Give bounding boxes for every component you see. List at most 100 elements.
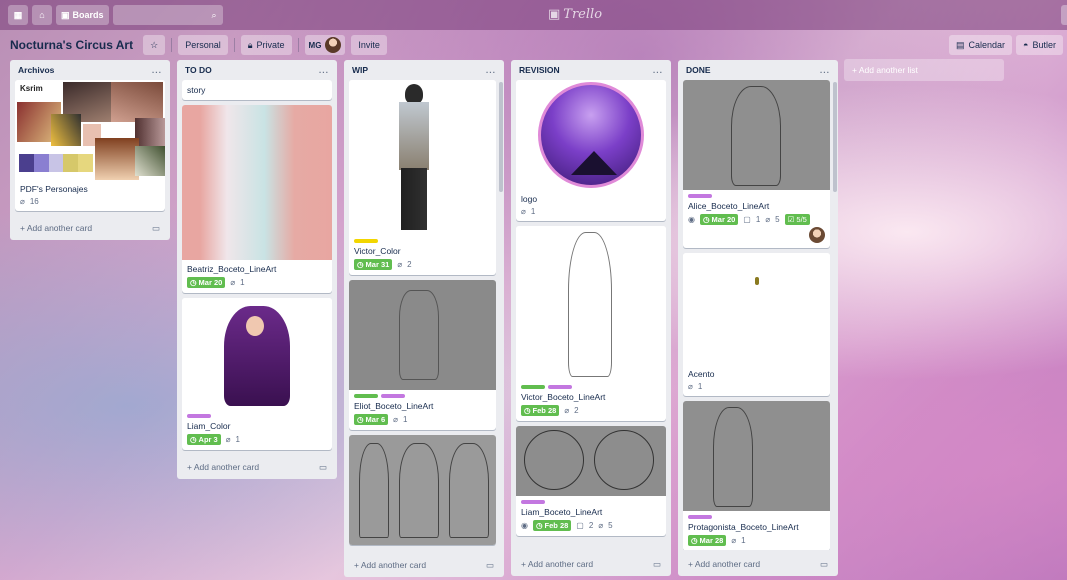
list-title[interactable]: REVISION	[519, 65, 560, 75]
add-card-button[interactable]: + Add another card ▭	[10, 216, 170, 240]
home-button[interactable]: ⌂	[32, 5, 52, 25]
card-logo[interactable]: logo ⌀ 1	[516, 80, 666, 221]
label-green	[521, 385, 545, 389]
add-list-button[interactable]: + Add another list	[844, 59, 1004, 81]
list-header[interactable]: REVISION ...	[511, 60, 671, 80]
due-date-badge[interactable]: ◷ Mar 20	[187, 277, 226, 288]
due-date-badge[interactable]: ◷ Mar 20	[699, 214, 739, 225]
list-done: DONE ... Alice_Boceto_LineArt ◉ ◷ Mar 20 …	[678, 60, 838, 576]
card-cover-image	[683, 80, 830, 190]
card-template-icon[interactable]: ▭	[653, 559, 661, 570]
cover-text: Ksrim	[20, 84, 43, 93]
attachment-icon: ⌀	[521, 207, 526, 216]
list-revision: REVISION ... logo ⌀ 1 Victor_Boceto_Line…	[511, 60, 671, 576]
boards-button[interactable]: ▣ Boards	[56, 5, 109, 25]
card-title: Eliot_Boceto_LineArt	[354, 401, 434, 411]
add-card-button[interactable]: + Add another card ▭	[344, 553, 504, 577]
label-purple	[688, 515, 712, 519]
label-purple	[548, 385, 572, 389]
search-icon: ⌕	[211, 9, 217, 20]
list-title[interactable]: TO DO	[185, 65, 212, 75]
visibility-label: Private	[256, 40, 285, 50]
trello-logo-text: Trello	[563, 7, 603, 22]
trello-logo-icon: ▣	[548, 7, 561, 22]
attachment-icon: ⌀	[397, 260, 403, 269]
card-alice[interactable]: Alice_Boceto_LineArt ◉ ◷ Mar 20 ▢ 1 ⌀ 5 ☑…	[683, 80, 830, 248]
attachment-count: 1	[235, 435, 240, 444]
card-beatriz[interactable]: Beatriz_Boceto_LineArt ◷ Mar 20 ⌀ 1	[182, 105, 332, 293]
add-list-label: + Add another list	[852, 65, 918, 75]
card-cover-image	[683, 401, 830, 511]
card-cover-image	[182, 105, 332, 260]
due-date-badge[interactable]: ◷ Mar 6	[354, 414, 389, 425]
add-card-button[interactable]: + Add another card ▭	[177, 455, 337, 479]
label-purple	[187, 414, 211, 418]
divider	[297, 38, 299, 52]
comment-count: 1	[755, 215, 761, 224]
card-protagonista[interactable]: Protagonista_Boceto_LineArt ◷ Mar 28 ⌀ 1	[683, 401, 830, 550]
card-acento[interactable]: Acento ⌀ 1	[683, 253, 830, 396]
card-victor-color[interactable]: Victor_Color ◷ Mar 31 ⌀ 2	[349, 80, 496, 275]
card-cover-image	[516, 80, 666, 190]
list-header[interactable]: DONE ...	[678, 60, 838, 80]
card-template-icon[interactable]: ▭	[152, 223, 160, 234]
trello-logo[interactable]: ▣ Trello	[548, 7, 602, 22]
watch-icon: ◉	[688, 215, 695, 224]
list-title[interactable]: WIP	[352, 65, 368, 75]
card-victor-boceto[interactable]: Victor_Boceto_LineArt ◷ Feb 28 ⌀ 2	[516, 226, 666, 421]
scrollbar[interactable]	[499, 82, 503, 192]
due-date-badge[interactable]: ◷ Mar 31	[354, 259, 393, 270]
add-card-button[interactable]: + Add another card ▭	[678, 552, 838, 576]
list-menu-icon[interactable]: ...	[820, 65, 830, 75]
list-menu-icon[interactable]: ...	[653, 65, 663, 75]
card-sketch[interactable]	[349, 435, 496, 545]
list-header[interactable]: Archivos ...	[10, 60, 170, 80]
list-menu-icon[interactable]: ...	[319, 65, 329, 75]
butler-button[interactable]: ◓ Butler	[1016, 35, 1063, 55]
card-template-icon[interactable]: ▭	[486, 560, 494, 571]
calendar-button[interactable]: ▤ Calendar	[949, 35, 1013, 55]
members-button[interactable]: MG	[304, 35, 346, 55]
due-date-badge[interactable]: ◷ Mar 28	[688, 535, 727, 546]
list-header[interactable]: WIP ...	[344, 60, 504, 80]
clock-icon: ◷	[524, 406, 531, 415]
list-archivos: Archivos ... Ksrim PDF's Personajes ⌀ 16…	[10, 60, 170, 240]
card-liam-color[interactable]: Liam_Color ◷ Apr 3 ⌀ 1	[182, 298, 332, 450]
apps-button[interactable]: ▦	[8, 5, 28, 25]
avatar[interactable]	[809, 227, 825, 243]
invite-button[interactable]: Invite	[351, 35, 387, 55]
card-cover-image	[349, 80, 496, 235]
list-header[interactable]: TO DO ...	[177, 60, 337, 80]
board-title[interactable]: Nocturna's Circus Art	[10, 38, 133, 52]
add-card-button[interactable]: + Add another card ▭	[511, 552, 671, 576]
list-menu-icon[interactable]: ...	[486, 65, 496, 75]
due-date-badge[interactable]: ◷ Apr 3	[187, 434, 221, 445]
visibility-button[interactable]: 🔒︎ Private	[240, 35, 292, 55]
attachment-count: 1	[741, 536, 746, 545]
card-story[interactable]: story	[182, 80, 332, 100]
card-title: story	[187, 85, 206, 95]
user-menu-button[interactable]	[1061, 5, 1067, 25]
attachment-count: 1	[697, 382, 703, 391]
attachment-count: 1	[240, 278, 245, 287]
due-date-badge[interactable]: ◷ Feb 28	[532, 520, 572, 531]
attachment-icon: ⌀	[393, 415, 398, 424]
card-pdf-personajes[interactable]: Ksrim PDF's Personajes ⌀ 16	[15, 80, 165, 211]
card-liam-boceto[interactable]: Liam_Boceto_LineArt ◉ ◷ Feb 28 ▢ 2 ⌀ 5	[516, 426, 666, 536]
list-menu-icon[interactable]: ...	[152, 65, 162, 75]
list-title[interactable]: Archivos	[18, 65, 54, 75]
attachment-count: 5	[775, 215, 780, 224]
list-title[interactable]: DONE	[686, 65, 711, 75]
star-button[interactable]: ☆	[143, 35, 166, 55]
scrollbar[interactable]	[833, 82, 837, 192]
clock-icon: ◷	[535, 521, 543, 530]
comment-icon: ▢	[576, 521, 584, 530]
top-header: ▦ ⌂ ▣ Boards ⌕ ▣ Trello	[0, 0, 1067, 30]
clock-icon: ◷	[190, 435, 197, 444]
search-input[interactable]: ⌕	[112, 5, 223, 25]
team-button[interactable]: Personal	[178, 35, 228, 55]
due-date-badge[interactable]: ◷ Feb 28	[521, 405, 560, 416]
card-template-icon[interactable]: ▭	[319, 462, 327, 473]
card-eliot[interactable]: Eliot_Boceto_LineArt ◷ Mar 6 ⌀ 1	[349, 280, 496, 430]
card-template-icon[interactable]: ▭	[820, 559, 828, 570]
